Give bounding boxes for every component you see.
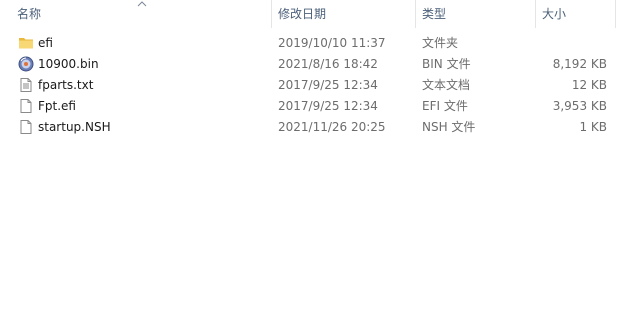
file-date-modified: 2017/9/25 12:34 xyxy=(278,99,378,113)
bin-file-icon xyxy=(18,56,34,72)
file-name: Fpt.efi xyxy=(38,99,76,113)
text-file-icon xyxy=(18,77,34,93)
file-type: BIN 文件 xyxy=(422,57,471,71)
file-type: EFI 文件 xyxy=(422,99,468,113)
column-header-size[interactable]: 大小 xyxy=(535,0,615,28)
file-name: 10900.bin xyxy=(38,57,99,71)
file-name: efi xyxy=(38,36,53,50)
file-size: 12 KB xyxy=(571,78,607,92)
file-row[interactable]: 10900.bin 2021/8/16 18:42 BIN 文件 8,192 K… xyxy=(0,54,634,75)
file-row[interactable]: Fpt.efi 2017/9/25 12:34 EFI 文件 3,953 KB xyxy=(0,96,634,117)
file-date-modified: 2017/9/25 12:34 xyxy=(278,78,378,92)
file-type: 文本文档 xyxy=(422,78,471,92)
efi-file-icon xyxy=(18,98,34,114)
file-name: fparts.txt xyxy=(38,78,94,92)
file-date-modified: 2021/8/16 18:42 xyxy=(278,57,378,71)
file-size: 1 KB xyxy=(579,120,607,134)
nsh-file-icon xyxy=(18,119,34,135)
column-header-type[interactable]: 类型 xyxy=(415,0,535,28)
file-row[interactable]: efi 2019/10/10 11:37 文件夹 xyxy=(0,33,634,54)
column-divider[interactable] xyxy=(615,0,616,28)
file-list: efi 2019/10/10 11:37 文件夹 10900.bin 2021/… xyxy=(0,33,634,138)
file-date-modified: 2021/11/26 20:25 xyxy=(278,120,386,134)
column-header-name[interactable]: 名称 xyxy=(0,0,271,28)
file-size: 3,953 KB xyxy=(552,99,607,113)
file-date-modified: 2019/10/10 11:37 xyxy=(278,36,386,50)
folder-icon xyxy=(18,35,34,51)
file-size: 8,192 KB xyxy=(552,57,607,71)
file-type: NSH 文件 xyxy=(422,120,476,134)
column-header-bar: 名称 修改日期 类型 大小 xyxy=(0,0,634,28)
column-header-date-modified[interactable]: 修改日期 xyxy=(271,0,415,28)
file-explorer-details-view: 名称 修改日期 类型 大小 efi 2019/10/10 11:37 文件夹 1… xyxy=(0,0,634,325)
file-name: startup.NSH xyxy=(38,120,111,134)
file-row[interactable]: fparts.txt 2017/9/25 12:34 文本文档 12 KB xyxy=(0,75,634,96)
file-type: 文件夹 xyxy=(422,36,459,50)
file-row[interactable]: startup.NSH 2021/11/26 20:25 NSH 文件 1 KB xyxy=(0,117,634,138)
